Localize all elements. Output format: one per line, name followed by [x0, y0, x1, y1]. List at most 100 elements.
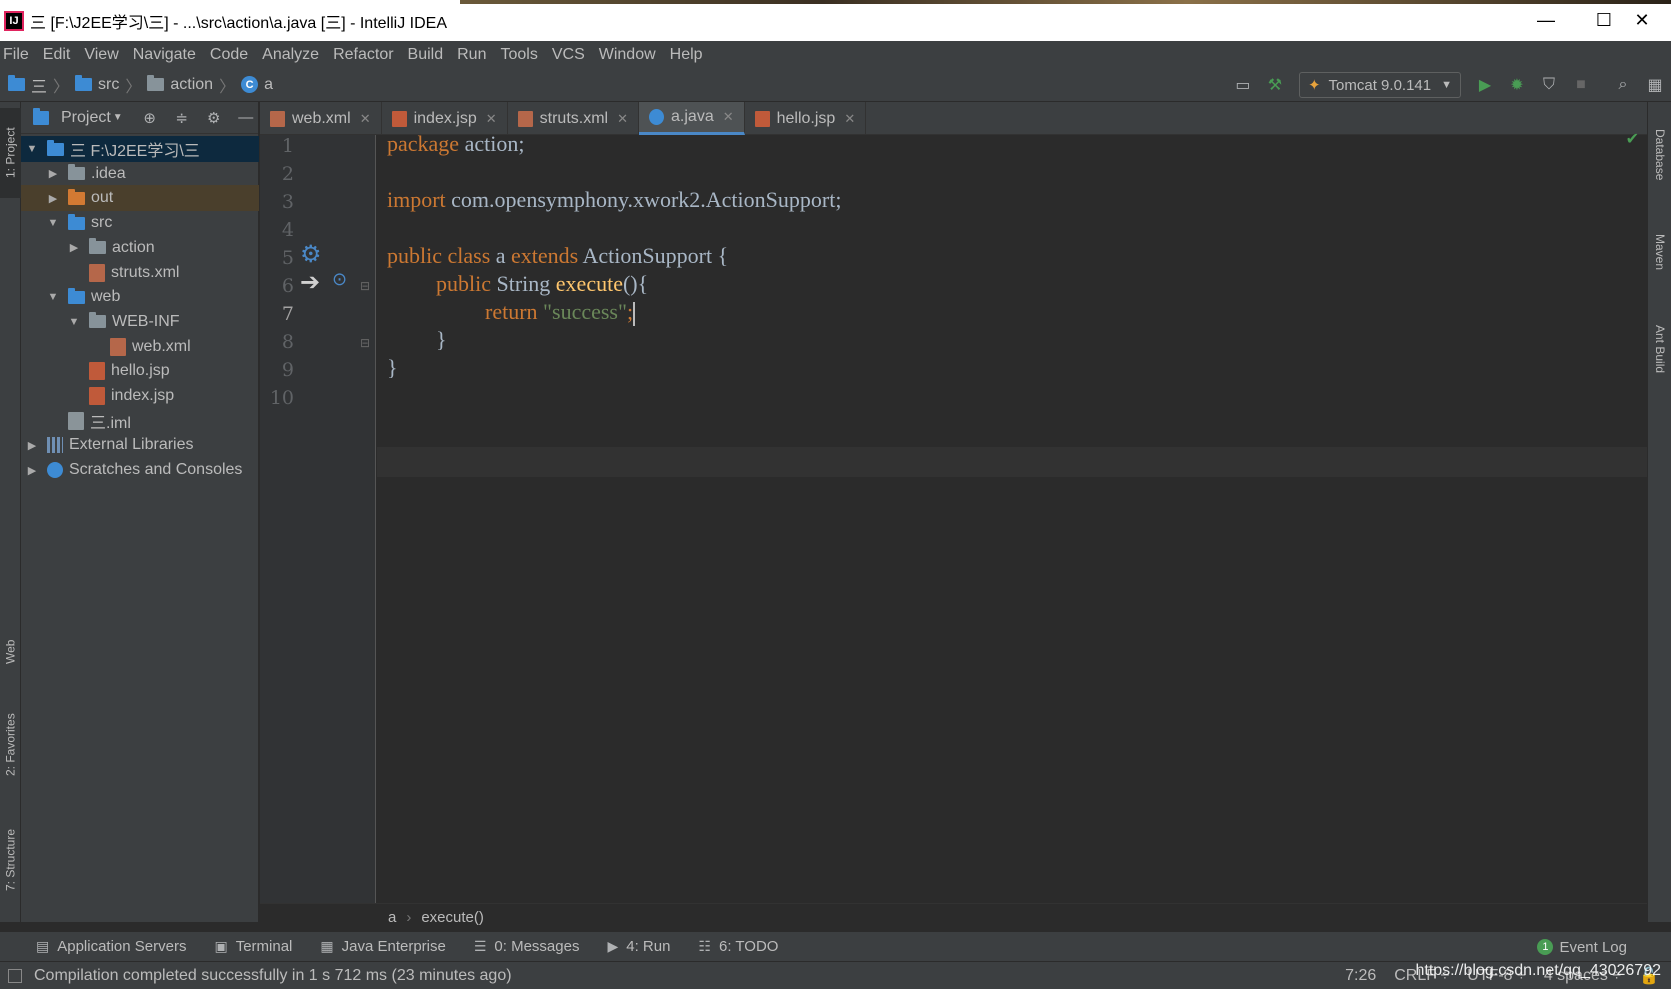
chevron-right-icon[interactable]: ▶	[67, 241, 81, 254]
menu-help[interactable]: Help	[663, 46, 710, 64]
project-structure-icon[interactable]: ▦	[1643, 73, 1667, 97]
menu-run[interactable]: Run	[450, 46, 493, 64]
tree-item[interactable]: ▼ web	[21, 284, 259, 310]
tree-item[interactable]: ▶ action	[21, 235, 259, 261]
tree-item[interactable]: web.xml	[21, 334, 259, 360]
tool-window-project[interactable]: 1: Project	[0, 108, 21, 198]
tree-item[interactable]: 三.iml	[21, 408, 259, 434]
menu-refactor[interactable]: Refactor	[326, 46, 400, 64]
tool-tab-java-enterprise[interactable]: ▦ Java Enterprise	[320, 938, 445, 955]
chevron-down-icon[interactable]: ▼	[67, 316, 81, 328]
tree-item[interactable]: ▶ Scratches and Consoles	[21, 457, 259, 483]
tree-item[interactable]: ▶ .idea	[21, 161, 259, 187]
tree-item[interactable]: ▼ WEB-INF	[21, 309, 259, 335]
tab-a-java[interactable]: a.java ✕	[639, 102, 745, 135]
event-log-button[interactable]: 1 Event Log	[1537, 932, 1627, 962]
chevron-down-icon[interactable]: ▼	[113, 112, 123, 123]
tree-item[interactable]: ▶ out	[21, 185, 259, 212]
run-configuration-select[interactable]: ✦ Tomcat 9.0.141 ▼	[1298, 72, 1461, 98]
close-icon[interactable]: ✕	[844, 111, 855, 127]
toggle-tool-windows-icon[interactable]	[8, 968, 22, 983]
tree-item[interactable]: ▼ 三 F:\J2EE学习\三	[21, 136, 259, 162]
close-icon[interactable]: ✕	[360, 111, 371, 127]
code-token: }	[387, 355, 398, 380]
tab-struts-xml[interactable]: struts.xml ✕	[508, 102, 640, 135]
project-view-select[interactable]: Project	[61, 109, 111, 127]
tree-item[interactable]: ▶ External Libraries	[21, 432, 259, 458]
menu-window[interactable]: Window	[592, 46, 663, 64]
breadcrumb-class[interactable]: a	[388, 909, 396, 926]
build-hammer-icon[interactable]: ⚒	[1263, 73, 1287, 97]
tool-tab-todo[interactable]: ☷ 6: TODO	[698, 938, 778, 955]
run-icon[interactable]: ▶	[1473, 73, 1497, 97]
tool-window-web[interactable]: Web	[0, 622, 21, 682]
search-icon[interactable]: ⌕	[1611, 73, 1635, 97]
xml-file-icon	[110, 337, 126, 356]
locate-icon[interactable]: ⊕	[139, 107, 161, 129]
arrow-right-icon[interactable]: ➔	[300, 268, 320, 297]
chevron-right-icon[interactable]: ▶	[25, 439, 39, 452]
tool-tab-terminal[interactable]: ▣ Terminal	[214, 938, 292, 955]
close-icon[interactable]: ✕	[723, 109, 734, 125]
menu-file[interactable]: File	[0, 46, 36, 64]
debug-icon[interactable]: ✹	[1505, 73, 1529, 97]
tree-item[interactable]: ▼ src	[21, 210, 259, 236]
nav-crumb-action[interactable]: action 〉	[147, 73, 241, 97]
module-folder-icon	[47, 139, 64, 156]
chevron-down-icon[interactable]: ▼	[25, 143, 39, 155]
stop-icon[interactable]: ■	[1569, 73, 1593, 97]
hide-icon[interactable]: —	[235, 107, 257, 129]
tree-item[interactable]: index.jsp	[21, 383, 259, 409]
inspection-ok-icon[interactable]: ✔	[1626, 129, 1639, 149]
chevron-down-icon[interactable]: ▼	[46, 217, 60, 229]
chevron-down-icon[interactable]: ▼	[46, 291, 60, 303]
menu-code[interactable]: Code	[203, 46, 255, 64]
tool-tab-messages[interactable]: ☰ 0: Messages	[474, 938, 580, 955]
chevron-right-icon[interactable]: ▶	[46, 192, 60, 205]
tree-item[interactable]: struts.xml	[21, 260, 259, 286]
tab-web-xml[interactable]: web.xml ✕	[260, 102, 382, 135]
chevron-right-icon[interactable]: ▶	[46, 167, 60, 180]
breadcrumb-method[interactable]: execute()	[421, 909, 484, 926]
close-icon[interactable]: ✕	[486, 111, 497, 127]
close-icon[interactable]: ✕	[617, 111, 628, 127]
menu-analyze[interactable]: Analyze	[255, 46, 326, 64]
menu-view[interactable]: View	[77, 46, 125, 64]
window-title: 三 [F:\J2EE学习\三] - ...\src\action\a.java …	[30, 14, 447, 32]
caret-position[interactable]: 7:26	[1345, 967, 1376, 985]
override-method-icon[interactable]: ⊙	[332, 269, 347, 290]
frame-icon[interactable]: ▭	[1231, 73, 1255, 97]
nav-crumb-class[interactable]: C a	[241, 76, 273, 94]
close-button[interactable]: ✕	[1613, 0, 1671, 41]
fold-icon[interactable]: ⊟	[360, 336, 370, 350]
menu-build[interactable]: Build	[401, 46, 451, 64]
nav-crumb-class-label: a	[264, 75, 273, 93]
nav-crumb-root[interactable]: 三 〉	[8, 73, 75, 97]
tool-tab-run[interactable]: ▶ 4: Run	[607, 938, 670, 955]
nav-crumb-src[interactable]: src 〉	[75, 73, 147, 97]
tool-window-database[interactable]: Database	[1648, 110, 1671, 200]
coverage-icon[interactable]: ⛉	[1537, 73, 1561, 97]
minimize-button[interactable]: —	[1517, 0, 1575, 41]
tool-tab-application-servers[interactable]: ▤ Application Servers	[36, 938, 186, 955]
collapse-all-icon[interactable]: ≑	[171, 107, 193, 129]
tool-window-maven[interactable]: Maven	[1648, 212, 1671, 292]
gear-icon[interactable]: ⚙	[203, 107, 225, 129]
tool-window-ant-build[interactable]: Ant Build	[1648, 302, 1671, 397]
code-editor[interactable]: 1 2 3 4 5 6 7 8 9 10 ⚙ ➔ ⊙ ⊟ ⊟ package a…	[260, 131, 1647, 903]
menu-navigate[interactable]: Navigate	[126, 46, 203, 64]
menu-edit[interactable]: Edit	[36, 46, 78, 64]
menu-vcs[interactable]: VCS	[545, 46, 592, 64]
tab-hello-jsp[interactable]: hello.jsp ✕	[745, 102, 867, 135]
fold-icon[interactable]: ⊟	[360, 279, 370, 293]
status-message[interactable]: Compilation completed successfully in 1 …	[34, 967, 512, 985]
tool-window-favorites[interactable]: 2: Favorites	[0, 697, 21, 792]
spring-bean-gear-icon[interactable]: ⚙	[300, 240, 322, 269]
navigation-bar: 三 〉 src 〉 action 〉 C a ▭ ⚒ ✦ Tomcat 9.0.…	[0, 68, 1671, 102]
java-enterprise-icon: ▦	[320, 938, 334, 954]
tree-item[interactable]: hello.jsp	[21, 358, 259, 384]
tool-window-structure[interactable]: 7: Structure	[0, 810, 21, 910]
menu-tools[interactable]: Tools	[493, 46, 544, 64]
chevron-right-icon[interactable]: ▶	[25, 464, 39, 477]
code-token: a	[490, 243, 512, 268]
